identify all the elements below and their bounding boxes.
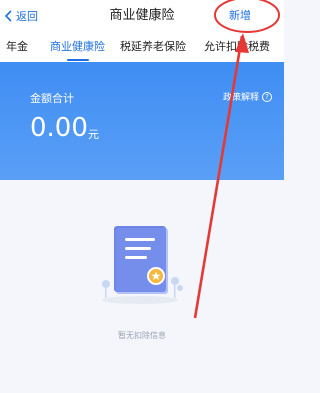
policy-explain-label: 政策解释 [222, 93, 259, 103]
add-button[interactable]: 新增 [229, 6, 251, 26]
tab-tax-deferred-pension[interactable]: 税延养老保险 [120, 40, 186, 54]
active-tab-indicator [67, 59, 89, 61]
tab-bar: 年金 商业健康险 税延养老保险 允许扣除税费 [0, 32, 284, 62]
policy-explain-link[interactable]: 政策解释 ? [223, 90, 272, 103]
amount-label: 金额合计 [30, 92, 74, 105]
amount-unit: 元 [88, 128, 99, 141]
amount-value: 0.00 [30, 113, 88, 143]
summary-card: 金额合计 政策解释 ? 0.00 元 [0, 62, 284, 180]
tab-annuity[interactable]: 年金 [6, 40, 28, 54]
navbar: 返回 商业健康险 新增 [0, 0, 284, 32]
empty-document-icon [102, 226, 183, 304]
tab-health-insurance[interactable]: 商业健康险 [50, 40, 105, 54]
empty-state-message: 暂无扣除信息 [118, 331, 166, 340]
tab-allowed-deduction-taxes[interactable]: 允许扣除税费 [204, 40, 270, 54]
question-icon: ? [262, 91, 272, 102]
